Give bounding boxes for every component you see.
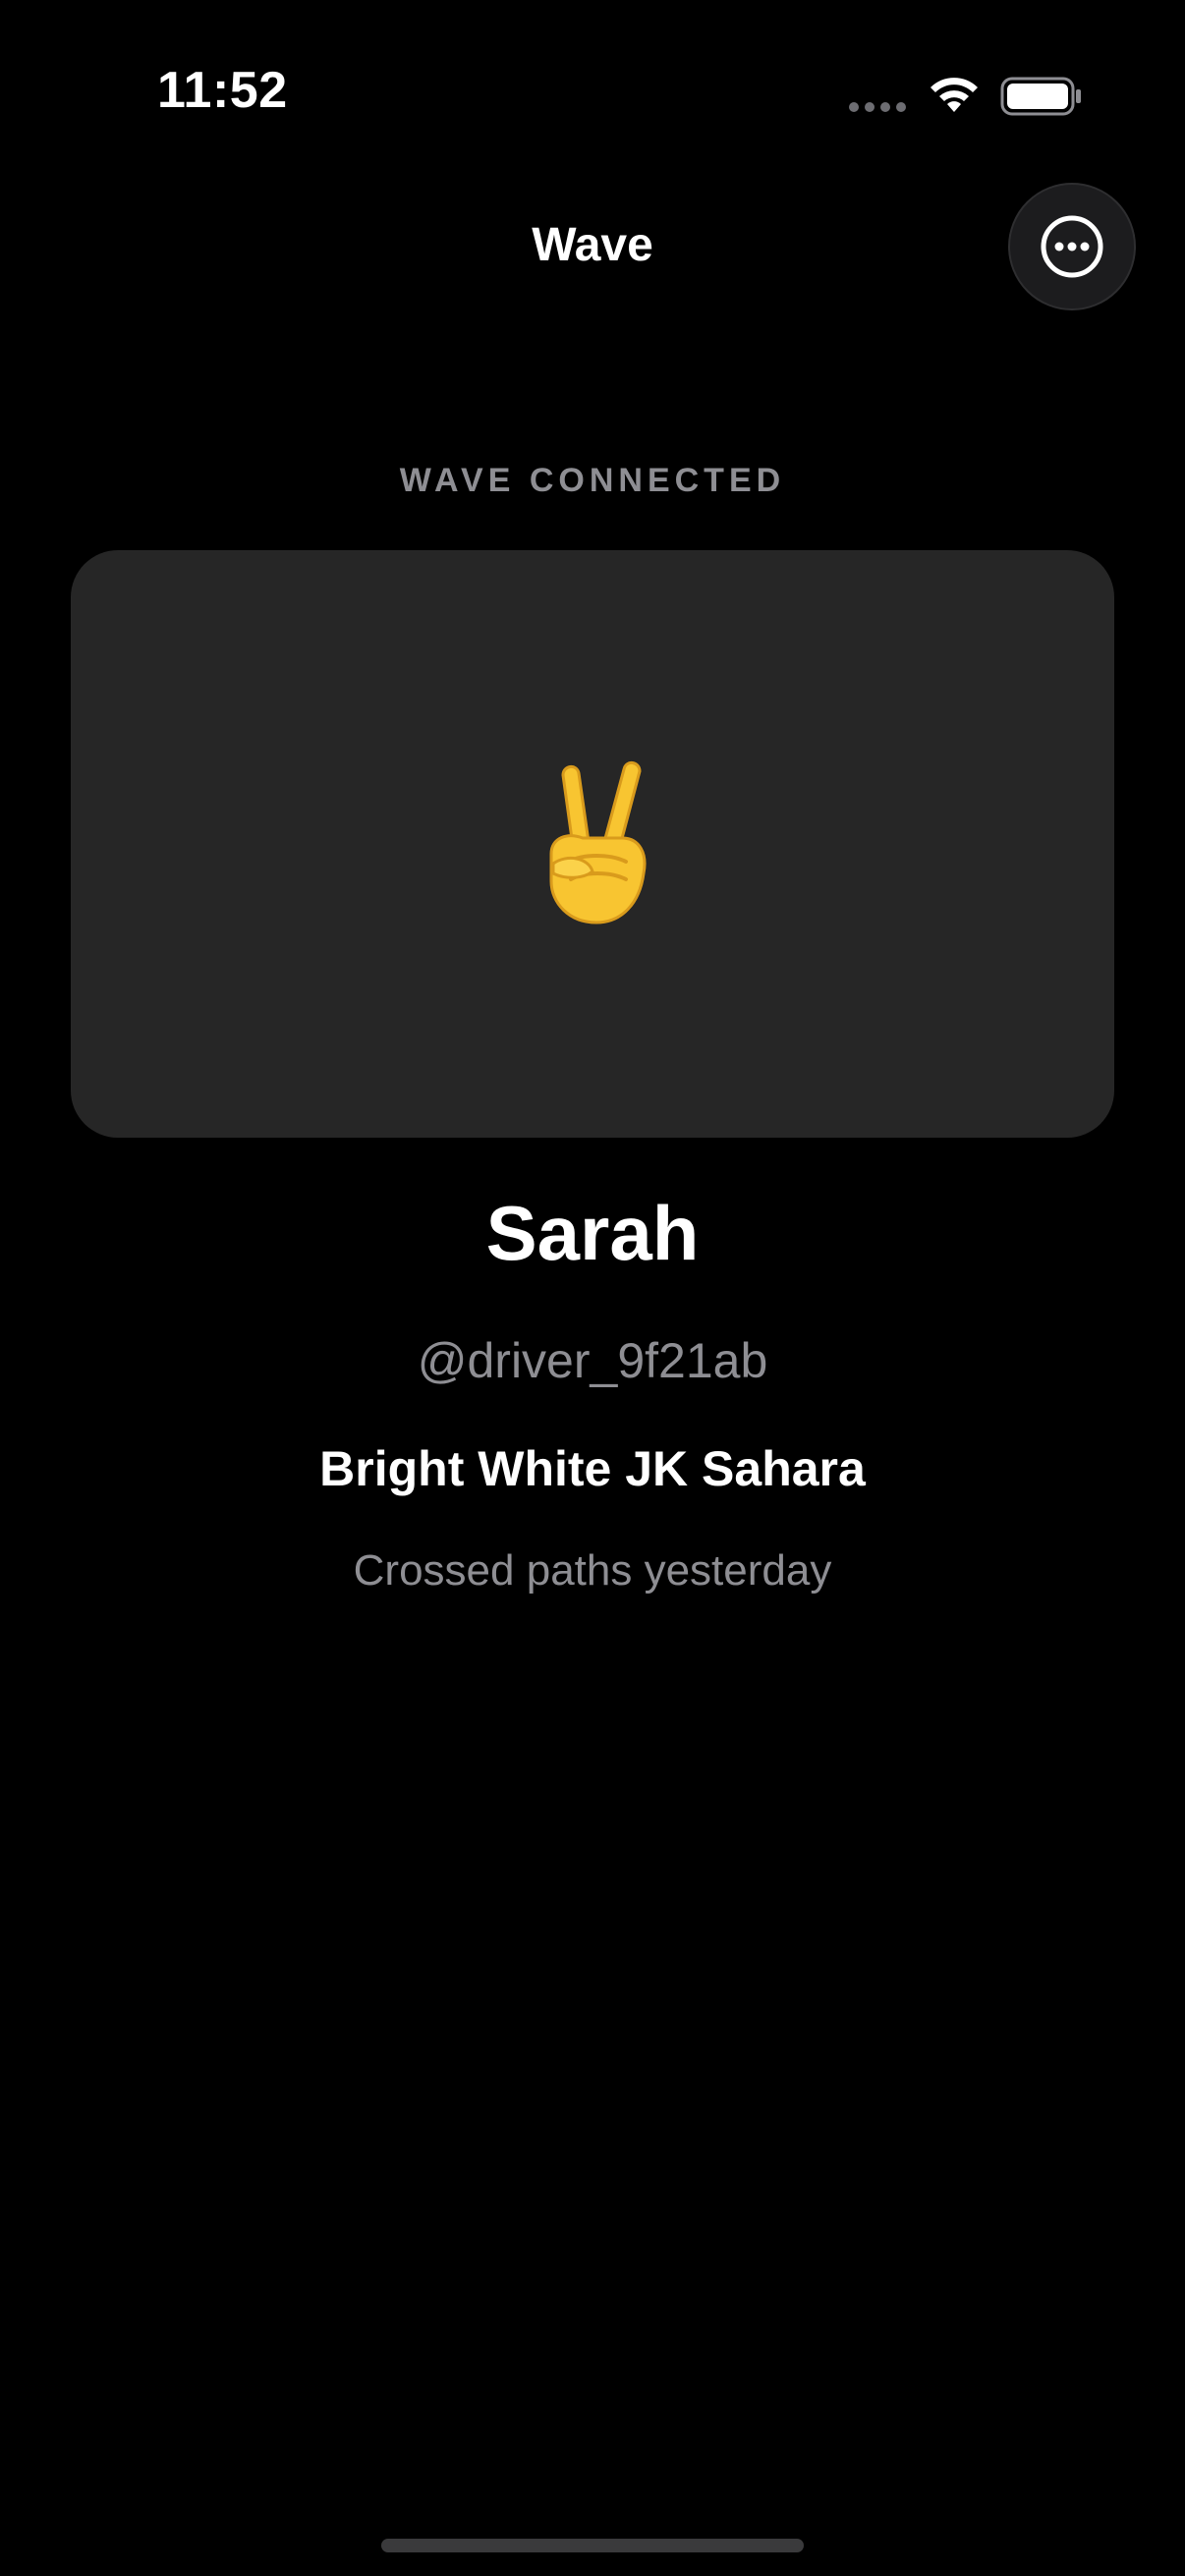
ellipsis-circle-icon [1041, 215, 1103, 278]
wifi-icon [931, 78, 978, 112]
met-timestamp: Crossed paths yesterday [353, 1546, 832, 1595]
cellular-dots-icon [849, 102, 908, 116]
more-options-button[interactable] [1008, 183, 1136, 310]
profile-name: Sarah [485, 1190, 700, 1276]
victory-hand-emoji [549, 761, 647, 924]
home-indicator[interactable] [381, 2539, 804, 2552]
battery-icon [1000, 77, 1081, 116]
wave-card [71, 550, 1114, 1138]
section-label: WAVE CONNECTED [399, 462, 786, 499]
vehicle-name: Bright White JK Sahara [319, 1441, 866, 1496]
profile-handle: @driver_9f21ab [417, 1333, 768, 1388]
status-time: 11:52 [157, 62, 288, 119]
